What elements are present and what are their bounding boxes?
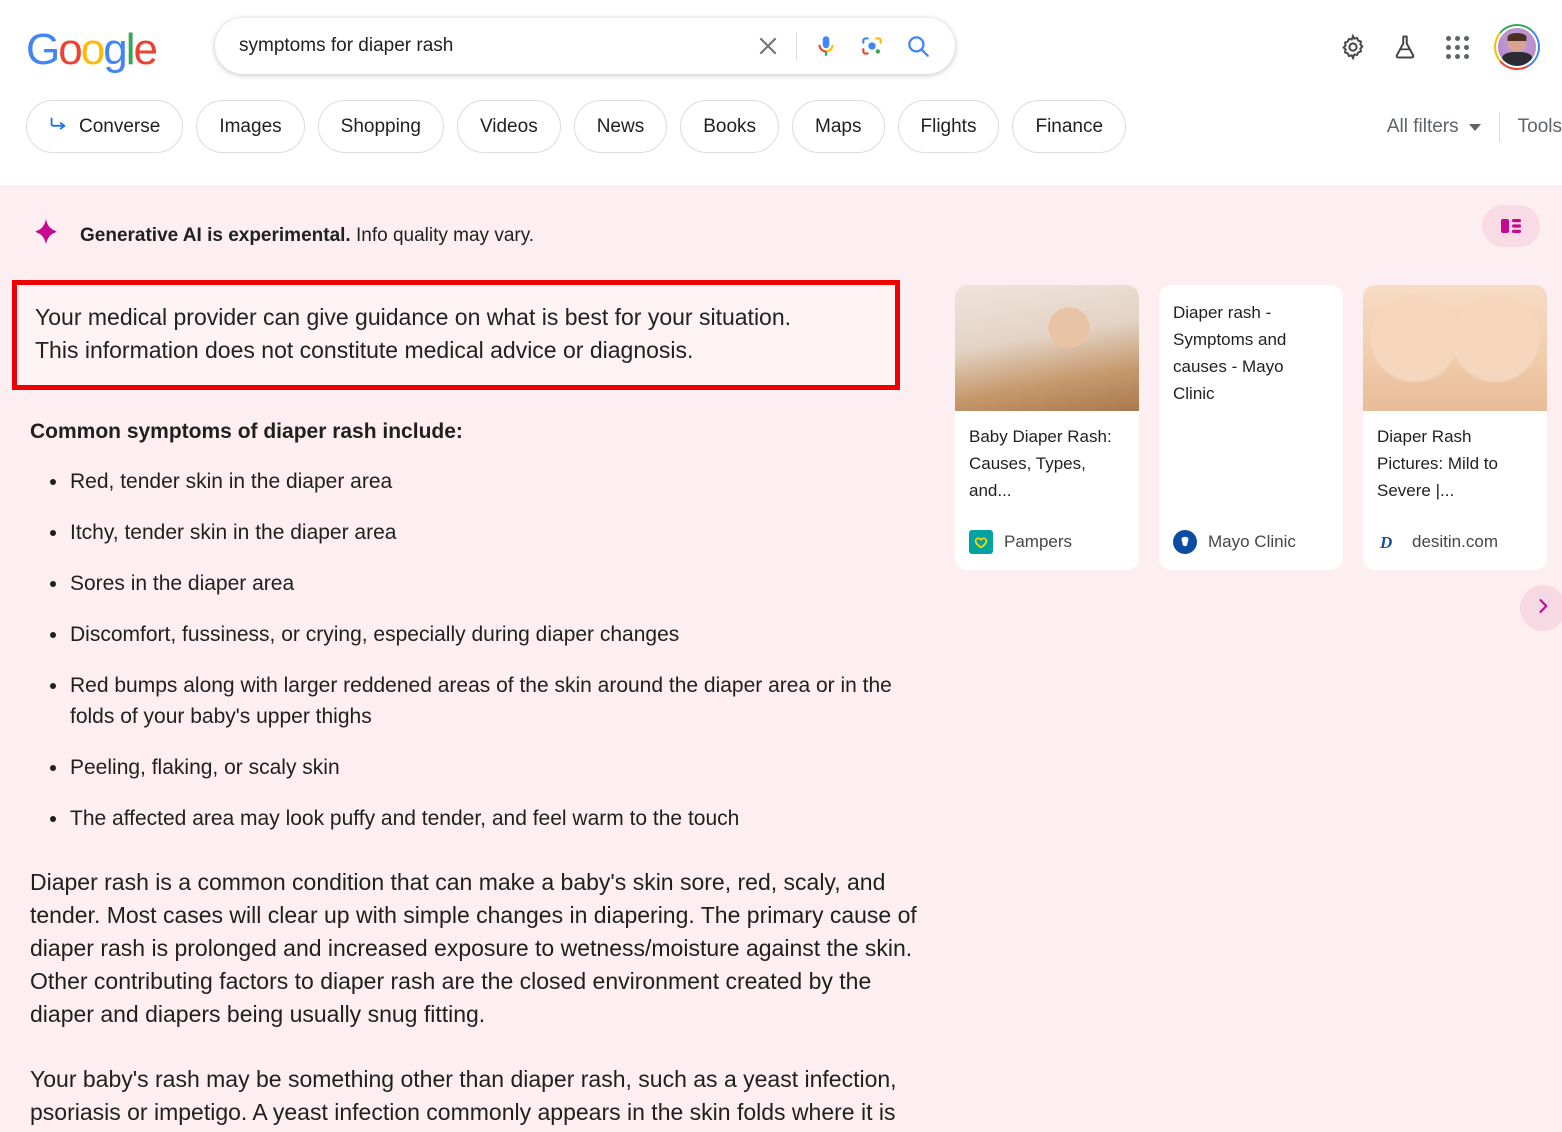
google-lens-icon[interactable] — [849, 24, 895, 68]
chip-label: News — [596, 115, 645, 137]
lab-flask-icon[interactable] — [1390, 32, 1420, 62]
google-logo[interactable]: Google — [26, 28, 158, 72]
card-source: D desitin.com — [1377, 530, 1498, 554]
carousel-next-button[interactable] — [1520, 585, 1562, 631]
card-source-name: Pampers — [1004, 532, 1073, 551]
google-search-page: Google symptoms for diaper rash Converse… — [0, 0, 1562, 1132]
source-card[interactable]: Diaper rash - Symptoms and causes - Mayo… — [1159, 285, 1343, 570]
source-card[interactable]: Baby Diaper Rash: Causes, Types, and... … — [955, 285, 1139, 570]
desitin-favicon: D — [1377, 530, 1401, 554]
search-header: Google symptoms for diaper rash Converse… — [0, 0, 1562, 185]
list-item: Itchy, tender skin in the diaper area — [30, 517, 930, 548]
chip-books[interactable]: Books — [680, 100, 780, 153]
chip-images[interactable]: Images — [196, 100, 305, 153]
header-actions — [1338, 24, 1540, 70]
list-item: Sores in the diaper area — [30, 568, 930, 599]
gear-icon[interactable] — [1338, 32, 1368, 62]
ai-overview-panel: Generative AI is experimental. Info qual… — [0, 185, 1562, 1132]
chevron-down-icon — [1468, 123, 1481, 131]
card-title: Diaper rash - Symptoms and causes - Mayo… — [1173, 303, 1287, 403]
chip-maps[interactable]: Maps — [792, 100, 885, 153]
chip-label: Converse — [79, 115, 161, 137]
avatar[interactable] — [1494, 24, 1540, 70]
chip-label: Shopping — [340, 115, 421, 137]
search-divider — [796, 32, 797, 60]
source-cards-carousel: Baby Diaper Rash: Causes, Types, and... … — [955, 285, 1547, 570]
filters-toolbar: All filters Tools — [1387, 112, 1562, 142]
ai-notice-text: Generative AI is experimental. Info qual… — [80, 225, 534, 247]
chip-videos[interactable]: Videos — [456, 100, 561, 153]
ai-experimental-notice: Generative AI is experimental. Info qual… — [30, 217, 534, 254]
card-thumbnail — [955, 285, 1139, 411]
chip-label: Books — [703, 115, 757, 137]
chip-label: Finance — [1035, 115, 1104, 137]
all-filters-button[interactable]: All filters — [1387, 116, 1481, 138]
list-item: Discomfort, fussiness, or crying, especi… — [30, 619, 930, 650]
card-title: Baby Diaper Rash: Causes, Types, and... — [969, 427, 1112, 500]
card-source: Pampers — [969, 530, 1072, 554]
sparkle-icon — [30, 217, 62, 254]
chevron-right-icon — [1533, 596, 1553, 621]
section-title: Common symptoms of diaper rash include: — [30, 420, 463, 443]
chip-label: Flights — [920, 115, 977, 137]
chip-finance[interactable]: Finance — [1012, 100, 1127, 153]
overview-paragraph: Diaper rash is a common condition that c… — [30, 869, 917, 1027]
ai-notice-bold: Generative AI is experimental. — [80, 224, 351, 246]
card-source-name: desitin.com — [1412, 532, 1498, 551]
card-source: Mayo Clinic — [1173, 530, 1296, 554]
chip-flights[interactable]: Flights — [897, 100, 1000, 153]
search-filter-chips: Converse Images Shopping Videos News Boo… — [26, 100, 1127, 153]
tools-button[interactable]: Tools — [1518, 116, 1562, 138]
arrow-turn-down-right-icon — [47, 113, 69, 141]
microphone-icon[interactable] — [803, 24, 849, 68]
toolbar-divider — [1498, 112, 1500, 142]
overview-paragraph: Your baby's rash may be something other … — [30, 1066, 897, 1125]
list-item: Red, tender skin in the diaper area — [30, 466, 930, 497]
search-icon[interactable] — [895, 24, 941, 68]
mayo-clinic-favicon — [1173, 530, 1197, 554]
svg-text:D: D — [1379, 533, 1392, 552]
disclaimer-line-2: This information does not constitute med… — [35, 337, 694, 363]
card-thumbnail — [1363, 285, 1547, 411]
medical-disclaimer: Your medical provider can give guidance … — [12, 280, 900, 390]
layout-list-icon[interactable] — [1482, 205, 1540, 247]
chip-converse[interactable]: Converse — [26, 100, 184, 153]
all-filters-label: All filters — [1386, 116, 1459, 137]
list-item: Peeling, flaking, or scaly skin — [30, 752, 930, 783]
source-card[interactable]: Diaper Rash Pictures: Mild to Severe |..… — [1363, 285, 1547, 570]
apps-grid-icon[interactable] — [1442, 32, 1472, 62]
ai-overview-content: Your medical provider can give guidance … — [12, 280, 930, 1132]
list-item: Red bumps along with larger reddened are… — [30, 670, 930, 732]
card-source-name: Mayo Clinic — [1208, 532, 1296, 551]
close-icon[interactable] — [746, 24, 790, 68]
symptoms-list: Red, tender skin in the diaper area Itch… — [30, 466, 930, 834]
pampers-favicon — [969, 530, 993, 554]
ai-notice-rest: Info quality may vary. — [350, 224, 535, 246]
chip-label: Maps — [815, 115, 862, 137]
search-bar[interactable] — [215, 18, 955, 74]
search-input[interactable] — [237, 34, 746, 58]
list-item: The affected area may look puffy and ten… — [30, 803, 930, 834]
disclaimer-line-1: Your medical provider can give guidance … — [35, 304, 792, 330]
chip-label: Images — [219, 115, 282, 137]
chip-label: Videos — [479, 115, 538, 137]
chip-shopping[interactable]: Shopping — [317, 100, 444, 153]
card-title: Diaper Rash Pictures: Mild to Severe |..… — [1377, 427, 1498, 500]
chip-news[interactable]: News — [573, 100, 668, 153]
